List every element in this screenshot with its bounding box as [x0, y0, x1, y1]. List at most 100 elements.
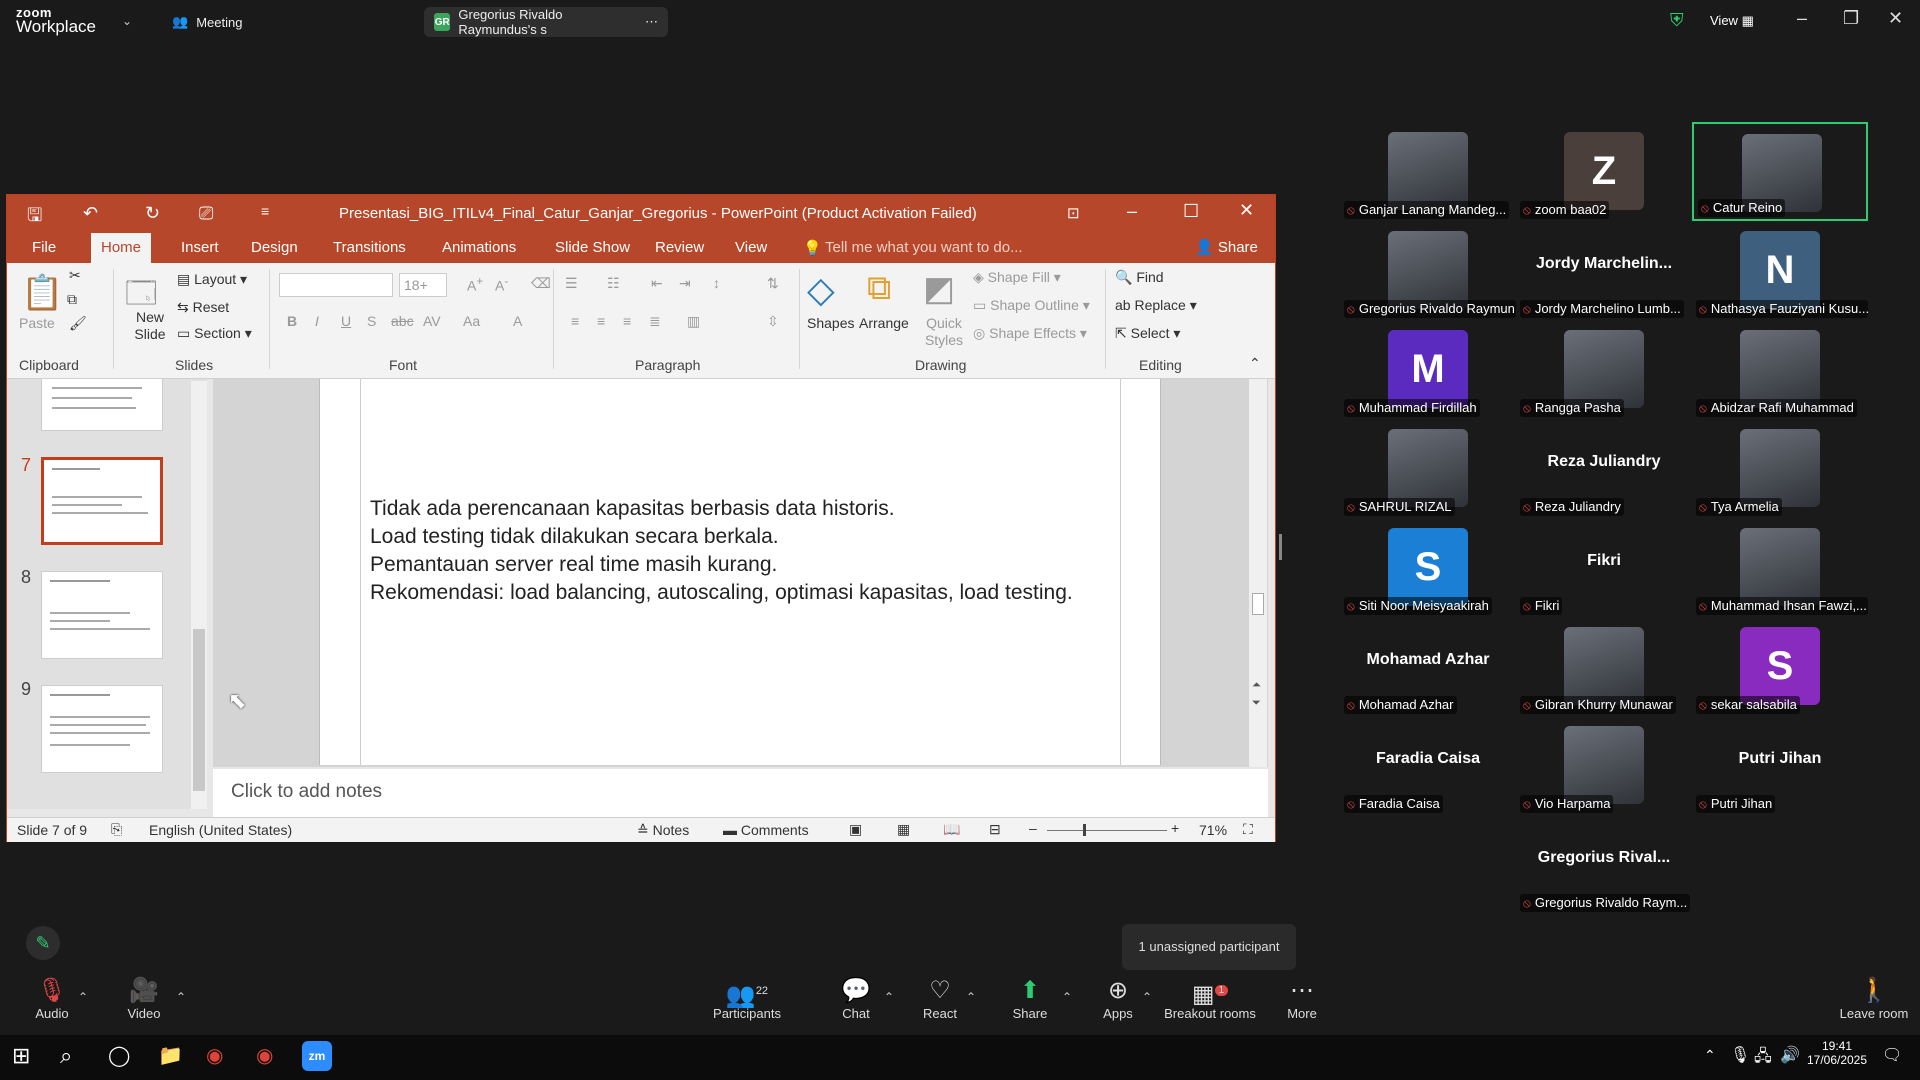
- change-case-icon[interactable]: Aa: [463, 313, 480, 329]
- ppt-maximize-icon[interactable]: ☐: [1183, 201, 1199, 222]
- cortana-icon[interactable]: ◯: [108, 1043, 130, 1068]
- format-painter-icon[interactable]: 🖌: [69, 315, 87, 332]
- leave-room-button[interactable]: 🚶 Leave room: [1836, 976, 1912, 1021]
- participant-tile[interactable]: ⦸ Abidzar Rafi Muhammad: [1692, 320, 1868, 419]
- tab-home[interactable]: Home: [91, 233, 152, 263]
- paste-icon[interactable]: 📋: [21, 273, 63, 313]
- arrange-button[interactable]: Arrange: [859, 315, 909, 331]
- react-button[interactable]: ♡ React: [920, 976, 960, 1021]
- volume-icon[interactable]: 🔊: [1780, 1045, 1800, 1065]
- redo-icon[interactable]: ↻: [145, 203, 160, 224]
- ppt-minimize-icon[interactable]: –: [1127, 201, 1137, 222]
- video-options-chevron-icon[interactable]: ⌃: [176, 990, 186, 1004]
- collapse-ribbon-icon[interactable]: ⌃: [1249, 355, 1261, 372]
- slide-text-line[interactable]: Load testing tidak dilakukan secara berk…: [370, 525, 779, 549]
- tab-insert[interactable]: Insert: [171, 233, 229, 263]
- zoom-in-icon[interactable]: +: [1171, 820, 1179, 836]
- decrease-font-icon[interactable]: A-: [495, 275, 508, 294]
- justify-icon[interactable]: ≣: [649, 313, 661, 330]
- spellcheck-icon[interactable]: ⎘: [111, 821, 122, 838]
- find-button[interactable]: 🔍 Find: [1115, 269, 1164, 286]
- participant-tile[interactable]: S ⦸ sekar salsabila: [1692, 617, 1868, 716]
- participant-tile[interactable]: S ⦸ Siti Noor Meisyaakirah: [1340, 518, 1516, 617]
- clock[interactable]: 19:41 17/06/2025: [1804, 1039, 1870, 1067]
- annotate-pencil-icon[interactable]: ✎: [26, 926, 60, 960]
- slide-thumbnail[interactable]: [41, 685, 163, 773]
- ppt-share-button[interactable]: 👤 Share: [1195, 238, 1258, 256]
- slide-text-line[interactable]: Pemantauan server real time masih kurang…: [370, 553, 777, 577]
- chevron-down-icon[interactable]: ⌄: [122, 14, 132, 28]
- participant-tile[interactable]: ⦸ Gregorius Rivaldo Raymun...: [1340, 221, 1516, 320]
- participant-tile[interactable]: Jordy Marchelin... ⦸ Jordy Marchelino Lumb…: [1516, 221, 1692, 320]
- shape-effects-button[interactable]: ◎ Shape Effects ▾: [973, 325, 1087, 342]
- participant-tile[interactable]: Fikri ⦸ Fikri: [1516, 518, 1692, 617]
- char-spacing-icon[interactable]: AV: [423, 313, 441, 329]
- align-left-icon[interactable]: ≡: [571, 313, 579, 329]
- slide-thumbnail[interactable]: [41, 457, 163, 545]
- save-icon[interactable]: 🖫: [27, 203, 42, 233]
- close-icon[interactable]: ✕: [1888, 8, 1903, 29]
- participant-tile[interactable]: ⦸ Ganjar Lanang Mandeg...: [1340, 122, 1516, 221]
- audio-options-chevron-icon[interactable]: ⌃: [78, 990, 88, 1004]
- quick-styles-icon[interactable]: ◩: [923, 269, 955, 309]
- participant-tile[interactable]: Mohamad Azhar ⦸ Mohamad Azhar: [1340, 617, 1516, 716]
- strikethrough-icon[interactable]: abc: [391, 313, 414, 329]
- participants-button[interactable]: 👥22 Participants: [712, 976, 782, 1021]
- paste-button[interactable]: Paste: [19, 315, 55, 331]
- share-tab[interactable]: GR Gregorius Rivaldo Raymundus's s ⋯: [424, 7, 668, 37]
- tab-design[interactable]: Design: [241, 233, 308, 263]
- align-right-icon[interactable]: ≡: [623, 313, 631, 329]
- more-options-icon[interactable]: ⋯: [645, 14, 658, 30]
- underline-icon[interactable]: U: [341, 313, 351, 329]
- font-color-icon[interactable]: A: [513, 313, 522, 329]
- tab-file[interactable]: File: [22, 233, 66, 263]
- thumbnails-scrollbar[interactable]: [191, 381, 207, 809]
- tab-transitions[interactable]: Transitions: [323, 233, 416, 263]
- prev-slide-icon[interactable]: ⏶: [1252, 679, 1261, 692]
- columns-icon[interactable]: ▥: [687, 313, 700, 330]
- new-slide-button[interactable]: New Slide: [125, 309, 175, 343]
- shield-icon[interactable]: ⛨: [1670, 10, 1684, 31]
- customize-qat-icon[interactable]: ≡: [261, 203, 269, 219]
- zoom-app-icon[interactable]: zm: [302, 1041, 332, 1071]
- font-family-select[interactable]: [279, 273, 393, 297]
- bold-icon[interactable]: B: [287, 313, 297, 329]
- undo-icon[interactable]: ↶: [83, 203, 98, 224]
- ppt-close-icon[interactable]: ✕: [1239, 200, 1254, 221]
- next-slide-icon[interactable]: ⏷: [1252, 697, 1261, 710]
- participant-tile[interactable]: Gregorius Rival... ⦸ Gregorius Rivaldo Ray…: [1516, 815, 1692, 914]
- participant-tile[interactable]: Putri Jihan ⦸ Putri Jihan: [1692, 716, 1868, 815]
- notes-pane[interactable]: Click to add notes: [213, 769, 1268, 817]
- align-center-icon[interactable]: ≡: [597, 313, 605, 329]
- text-direction-icon[interactable]: ⇅: [767, 275, 779, 292]
- tab-view[interactable]: View: [725, 233, 777, 263]
- chat-button[interactable]: 💬 Chat: [836, 976, 876, 1021]
- tell-me-search[interactable]: Tell me what you want to do...: [825, 239, 1023, 256]
- minimize-icon[interactable]: –: [1797, 8, 1807, 29]
- search-taskbar-icon[interactable]: ⌕: [60, 1043, 72, 1069]
- participant-tile[interactable]: ⦸ Gibran Khurry Munawar: [1516, 617, 1692, 716]
- normal-view-icon[interactable]: ▣: [849, 821, 862, 838]
- chrome-icon[interactable]: ◉: [206, 1043, 223, 1068]
- network-icon[interactable]: 🖧: [1754, 1045, 1772, 1072]
- participant-tile[interactable]: N ⦸ Nathasya Fauziyani Kusu...: [1692, 221, 1868, 320]
- select-button[interactable]: ⇱ Select ▾: [1115, 325, 1180, 342]
- apps-options-chevron-icon[interactable]: ⌃: [1142, 990, 1152, 1004]
- increase-font-icon[interactable]: A+: [467, 275, 483, 294]
- slide-text-line[interactable]: Tidak ada perencanaan kapasitas berbasis…: [370, 497, 895, 521]
- replace-button[interactable]: ab Replace ▾: [1115, 297, 1197, 314]
- font-size-select[interactable]: 18+: [399, 273, 447, 297]
- shapes-icon[interactable]: ◇: [807, 269, 835, 311]
- numbering-icon[interactable]: ☷: [607, 275, 620, 292]
- shape-fill-button[interactable]: ◈ Shape Fill ▾: [973, 269, 1061, 286]
- participant-tile[interactable]: ⦸ Rangga Pasha: [1516, 320, 1692, 419]
- audio-button[interactable]: 🎙 Audio: [32, 976, 72, 1021]
- italic-icon[interactable]: I: [315, 313, 319, 329]
- slide-scrollbar[interactable]: ⏶ ⏷: [1249, 379, 1267, 767]
- participant-tile[interactable]: Faradia Caisa ⦸ Faradia Caisa: [1340, 716, 1516, 815]
- chat-options-chevron-icon[interactable]: ⌃: [884, 990, 894, 1004]
- copy-icon[interactable]: ⧉: [67, 291, 77, 308]
- align-text-icon[interactable]: ⇳: [767, 313, 779, 330]
- decrease-indent-icon[interactable]: ⇤: [651, 275, 663, 292]
- slide-canvas[interactable]: Tidak ada perencanaan kapasitas berbasis…: [319, 379, 1161, 765]
